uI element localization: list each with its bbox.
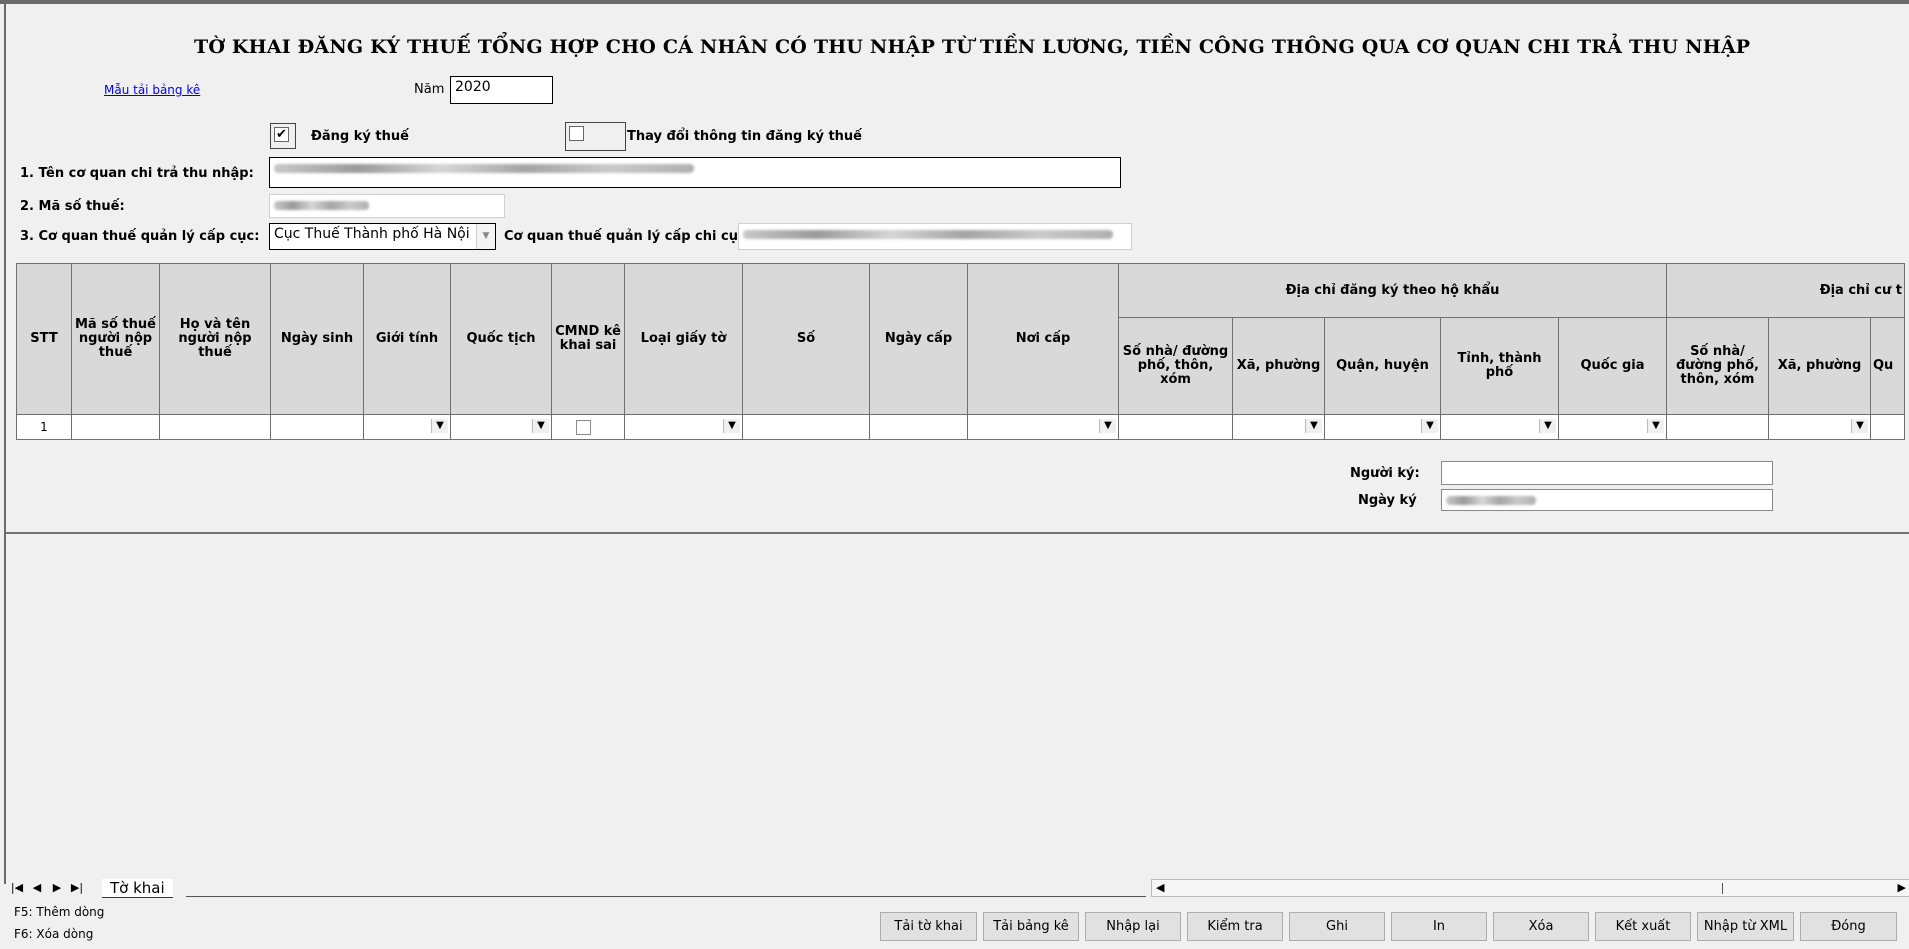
first-sheet-icon[interactable]: |◀ <box>10 879 24 897</box>
sign-date-label: Ngày ký <box>1358 493 1417 508</box>
cell-fullname[interactable] <box>159 414 271 440</box>
sheet-tab-declaration[interactable]: Tờ khai <box>102 879 173 898</box>
col-header-doc-number: Số <box>742 263 870 415</box>
col-header-tax-code: Mã số thuế người nộp thuế <box>71 263 160 415</box>
last-sheet-icon[interactable]: ▶| <box>70 879 84 897</box>
register-tax-label: Đăng ký thuế <box>311 129 409 144</box>
cell-nationality-dropdown[interactable] <box>450 414 552 440</box>
register-tax-checkbox[interactable]: ✔ <box>270 123 296 149</box>
redacted-text <box>1446 495 1536 505</box>
branch-label: Cơ quan thuế quản lý cấp chi cục: <box>504 229 751 244</box>
template-download-link[interactable]: Mẫu tải bảng kê <box>104 83 200 97</box>
cell-gender-dropdown[interactable] <box>363 414 451 440</box>
close-button[interactable]: Đóng <box>1800 912 1897 941</box>
col-header-issue-place: Nơi cấp <box>967 263 1119 415</box>
hint-delete-row: F6: Xóa dòng <box>14 927 94 941</box>
col-header-nationality: Quốc tịch <box>450 263 552 415</box>
checkbox-empty-icon <box>569 126 584 141</box>
scroll-thumb[interactable] <box>1722 883 1723 894</box>
next-sheet-icon[interactable]: ▶ <box>50 879 64 897</box>
signer-input[interactable] <box>1441 461 1773 485</box>
page-title: TỜ KHAI ĐĂNG KÝ THUẾ TỔNG HỢP CHO CÁ NHÂ… <box>194 36 1751 58</box>
tab-baseline <box>186 896 1146 897</box>
col-header-gender: Giới tính <box>363 263 451 415</box>
cell-province-dropdown[interactable] <box>1440 414 1559 440</box>
col-header-district-2: Qu <box>1870 317 1905 415</box>
sign-date-input[interactable] <box>1441 489 1773 511</box>
year-label: Năm <box>414 82 445 97</box>
cell-street[interactable] <box>1118 414 1233 440</box>
reenter-button[interactable]: Nhập lại <box>1085 912 1181 941</box>
scroll-left-icon[interactable]: ◀ <box>1156 880 1164 896</box>
col-header-ward-2: Xã, phường <box>1768 317 1871 415</box>
check-button[interactable]: Kiểm tra <box>1187 912 1283 941</box>
cell-issue-place-dropdown[interactable] <box>967 414 1119 440</box>
change-info-checkbox[interactable] <box>565 122 626 151</box>
col-header-dob: Ngày sinh <box>270 263 364 415</box>
tax-dept-label: 3. Cơ quan thuế quản lý cấp cục: <box>20 229 260 244</box>
cell-country-dropdown[interactable] <box>1558 414 1667 440</box>
col-group-residence-address: Địa chỉ cư t <box>1666 263 1905 318</box>
cell-cmnd-wrong[interactable] <box>551 414 625 440</box>
cell-street-2[interactable] <box>1666 414 1769 440</box>
load-list-button[interactable]: Tải bảng kê <box>983 912 1079 941</box>
hint-add-row: F5: Thêm dòng <box>14 905 105 919</box>
horizontal-scrollbar[interactable]: ◀ ▶ <box>1151 879 1909 897</box>
cmnd-checkbox[interactable] <box>576 420 591 435</box>
branch-input[interactable] <box>738 223 1132 250</box>
cell-doc-number[interactable] <box>742 414 870 440</box>
col-header-district: Quận, huyện <box>1324 317 1441 415</box>
table-row: 1 <box>16 414 1905 440</box>
cell-issue-date[interactable] <box>869 414 968 440</box>
tax-dept-value: Cục Thuế Thành phố Hà Nội <box>274 226 470 242</box>
save-button[interactable]: Ghi <box>1289 912 1385 941</box>
cell-district-dropdown[interactable] <box>1324 414 1441 440</box>
cell-ward-2-dropdown[interactable] <box>1768 414 1871 440</box>
delete-button[interactable]: Xóa <box>1493 912 1589 941</box>
cell-district-2[interactable] <box>1870 414 1905 440</box>
col-header-street-2: Số nhà/ đường phố, thôn, xóm <box>1666 317 1769 415</box>
col-header-doc-type: Loại giấy tờ <box>624 263 743 415</box>
sheet-tab-bar: |◀ ◀ ▶ ▶| Tờ khai ◀ ▶ <box>6 879 1909 899</box>
window-top-border <box>0 0 1909 4</box>
window-left-border <box>4 4 6 884</box>
cell-stt: 1 <box>16 414 72 440</box>
tax-code-label: 2. Mã số thuế: <box>20 199 125 214</box>
signer-label: Người ký: <box>1350 466 1420 481</box>
cell-tax-code[interactable] <box>71 414 160 440</box>
section-divider <box>6 532 1909 534</box>
col-header-country: Quốc gia <box>1558 317 1667 415</box>
cell-ward-dropdown[interactable] <box>1232 414 1325 440</box>
print-button[interactable]: In <box>1391 912 1487 941</box>
redacted-text <box>274 163 694 173</box>
year-input[interactable]: 2020 <box>450 76 553 104</box>
col-group-registered-address: Địa chỉ đăng ký theo hộ khẩu <box>1118 263 1667 318</box>
tax-dept-select[interactable]: Cục Thuế Thành phố Hà Nội ▼ <box>269 223 496 250</box>
cell-dob[interactable] <box>270 414 364 440</box>
chevron-down-icon[interactable]: ▼ <box>476 224 495 249</box>
change-info-label: Thay đổi thông tin đăng ký thuế <box>627 129 863 144</box>
cell-doc-type-dropdown[interactable] <box>624 414 743 440</box>
redacted-text <box>274 200 369 210</box>
load-form-button[interactable]: Tải tờ khai <box>880 912 977 941</box>
col-header-stt: STT <box>16 263 72 415</box>
export-button[interactable]: Kết xuất <box>1595 912 1691 941</box>
org-name-input[interactable] <box>269 157 1121 188</box>
col-header-cmnd-wrong: CMND kê khai sai <box>551 263 625 415</box>
taxpayer-table: STT Mã số thuế người nộp thuế Họ và tên … <box>16 263 1905 440</box>
col-header-ward: Xã, phường <box>1232 317 1325 415</box>
col-header-street: Số nhà/ đường phố, thôn, xóm <box>1118 317 1233 415</box>
org-name-label: 1. Tên cơ quan chi trả thu nhập: <box>20 166 254 181</box>
redacted-text <box>743 229 1113 239</box>
col-header-issue-date: Ngày cấp <box>869 263 968 415</box>
scroll-right-icon[interactable]: ▶ <box>1898 880 1906 896</box>
prev-sheet-icon[interactable]: ◀ <box>30 879 44 897</box>
import-xml-button[interactable]: Nhập từ XML <box>1697 912 1794 941</box>
col-header-province: Tỉnh, thành phố <box>1440 317 1559 415</box>
col-header-fullname: Họ và tên người nộp thuế <box>159 263 271 415</box>
tax-code-input[interactable] <box>269 194 505 218</box>
checkmark-icon: ✔ <box>274 127 289 142</box>
